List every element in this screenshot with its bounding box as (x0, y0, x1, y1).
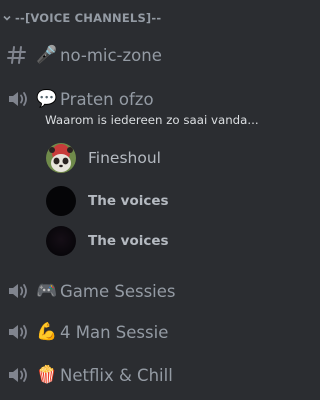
channel-name: 4 Man Sessie (60, 322, 169, 342)
channel-4-man-sessie[interactable]: 💪 4 Man Sessie (6, 317, 288, 347)
chevron-down-icon (3, 15, 11, 21)
speaker-icon (6, 322, 36, 342)
voice-user[interactable]: Fineshoul (46, 142, 286, 174)
channel-status: Waarom is iedereen zo saai vanda... (45, 113, 259, 127)
speaker-icon (6, 89, 36, 109)
channel-name: no-mic-zone (60, 45, 162, 65)
channel-game-sessies[interactable]: 🎮 Game Sessies (6, 276, 288, 306)
channel-name: Game Sessies (60, 281, 176, 301)
voice-user-name: Fineshoul (88, 149, 161, 167)
channel-netflix-chill[interactable]: 🍿 Netflix & Chill (6, 360, 288, 390)
black-avatar (46, 186, 76, 216)
voice-user-name: The voices (88, 233, 169, 249)
voice-user[interactable]: The voices (46, 225, 286, 257)
speaker-icon (6, 281, 36, 301)
channel-no-mic-zone[interactable]: 🎤 no-mic-zone (6, 40, 288, 70)
channel-emoji: 💪 (36, 322, 58, 342)
hash-icon (6, 45, 36, 65)
voice-category-header[interactable]: --[VOICE CHANNELS]-- (2, 11, 161, 25)
channel-name: Netflix & Chill (60, 365, 173, 385)
channel-emoji: 💬 (36, 89, 58, 109)
voice-user[interactable]: The voices (46, 185, 286, 217)
channel-praten-ofzo[interactable]: 💬 Praten ofzo (6, 84, 288, 114)
channel-emoji: 🍿 (36, 365, 58, 385)
channel-name: Praten ofzo (60, 89, 154, 109)
panda-avatar (46, 143, 76, 173)
channel-emoji: 🎮 (36, 281, 58, 301)
speaker-icon (6, 365, 36, 385)
category-label: --[VOICE CHANNELS]-- (15, 11, 162, 25)
dark-avatar (46, 226, 76, 256)
voice-user-name: The voices (88, 193, 169, 209)
channel-emoji: 🎤 (36, 45, 58, 65)
